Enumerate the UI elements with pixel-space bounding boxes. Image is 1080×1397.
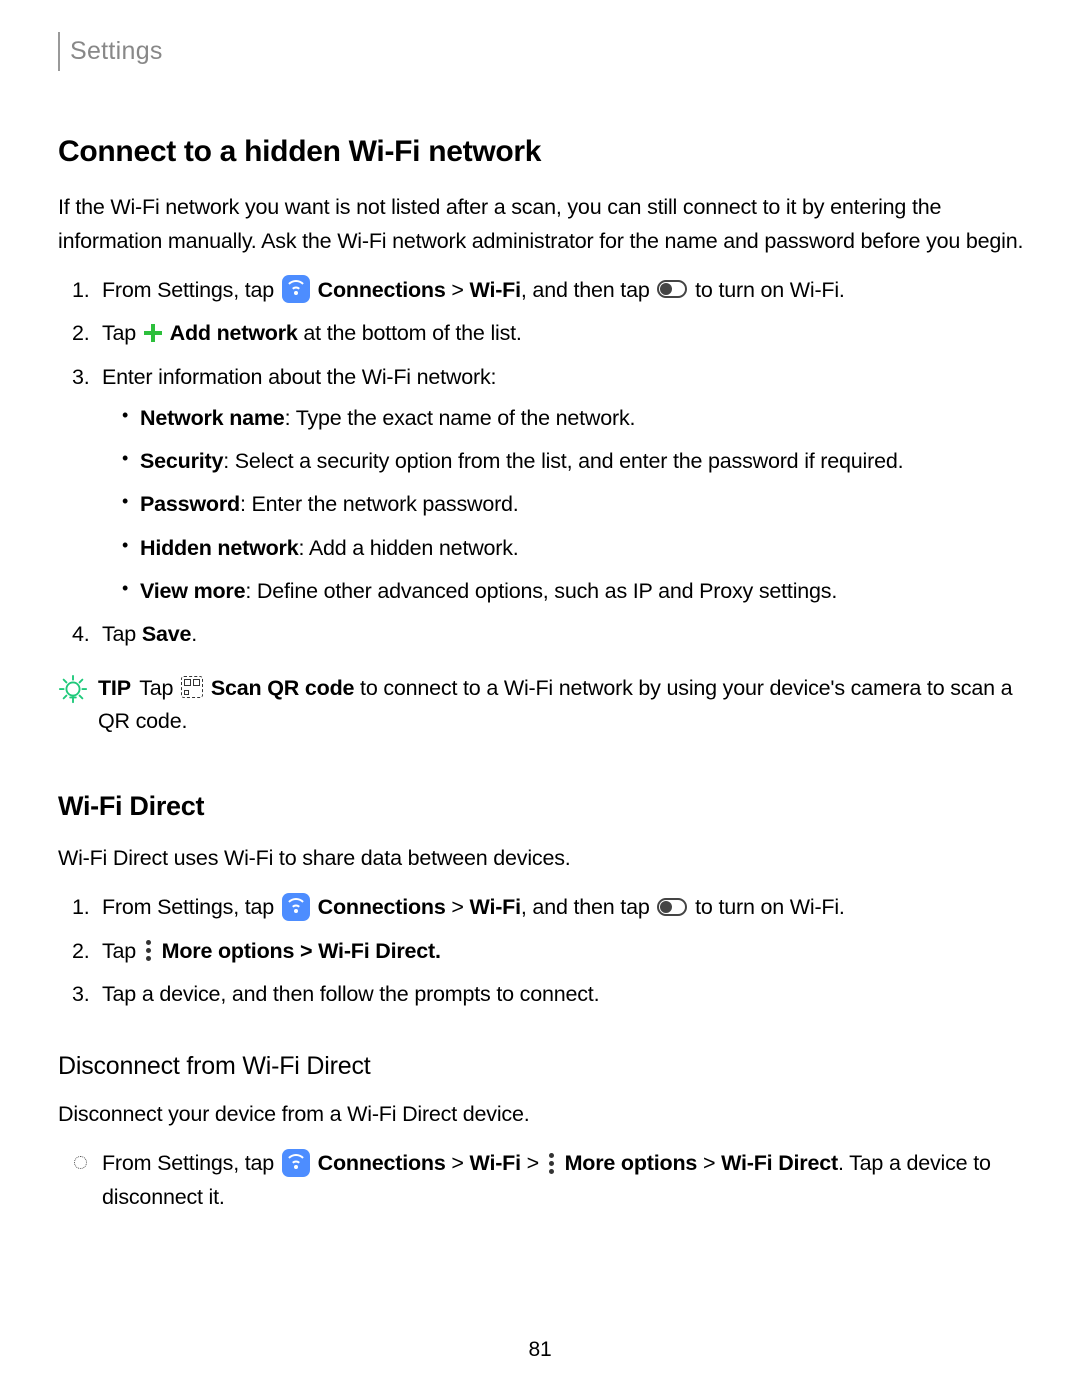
label-connections: Connections [318, 895, 446, 919]
text: From Settings, tap [102, 278, 274, 302]
text: , and then tap [521, 895, 650, 919]
steps-hidden-wifi: 1. From Settings, tap Connections > Wi-F… [58, 274, 1028, 652]
text: , and then tap [521, 278, 650, 302]
toggle-icon [657, 280, 687, 298]
intro-hidden-wifi: If the Wi-Fi network you want is not lis… [58, 191, 1028, 258]
tip-block: TIP Tap Scan QR code to connect to a Wi-… [58, 672, 1028, 739]
bullet-hidden-network: Hidden network: Add a hidden network. [140, 532, 1028, 565]
tip-text: TIP Tap Scan QR code to connect to a Wi-… [98, 672, 1028, 739]
page-number: 81 [0, 1334, 1080, 1367]
label-add-network: Add network [170, 321, 298, 345]
section-title-hidden-wifi: Connect to a hidden Wi-Fi network [58, 129, 1028, 176]
substeps: Network name: Type the exact name of the… [102, 402, 1028, 609]
bullet-network-name: Network name: Type the exact name of the… [140, 402, 1028, 435]
label-wifi: Wi-Fi [470, 1151, 521, 1175]
step: From Settings, tap Connections > Wi-Fi >… [102, 1147, 1028, 1214]
connections-icon [282, 1149, 310, 1177]
text: Tap a device, and then follow the prompt… [102, 982, 599, 1006]
text: From Settings, tap [102, 1151, 274, 1175]
sep: > [703, 1151, 715, 1175]
label-more-options: More options [162, 939, 295, 963]
label-connections: Connections [318, 278, 446, 302]
step-1: 1. From Settings, tap Connections > Wi-F… [102, 274, 1028, 307]
plus-icon [144, 324, 162, 342]
steps-disconnect: From Settings, tap Connections > Wi-Fi >… [58, 1147, 1028, 1214]
step-2: 2. Tap Add network at the bottom of the … [102, 317, 1028, 350]
lightbulb-icon [58, 674, 88, 714]
label-wifi-direct: Wi-Fi Direct [721, 1151, 838, 1175]
step-2: 2. Tap More options > Wi-Fi Direct. [102, 935, 1028, 968]
text: at the bottom of the list. [303, 321, 521, 345]
bullet-view-more: View more: Define other advanced options… [140, 575, 1028, 608]
toggle-icon [657, 898, 687, 916]
tip-label: TIP [98, 676, 131, 700]
breadcrumb: Settings [58, 32, 1028, 71]
step-4: 4. Tap Save. [102, 618, 1028, 651]
label-more-options: More options [565, 1151, 698, 1175]
text: to turn on Wi-Fi. [695, 278, 845, 302]
text: From Settings, tap [102, 895, 274, 919]
text: Tap [102, 939, 136, 963]
intro-disconnect: Disconnect your device from a Wi-Fi Dire… [58, 1098, 1028, 1131]
connections-icon [282, 275, 310, 303]
text: Enter information about the Wi-Fi networ… [102, 365, 496, 389]
bullet-password: Password: Enter the network password. [140, 488, 1028, 521]
step-1: 1. From Settings, tap Connections > Wi-F… [102, 891, 1028, 924]
sep: > [527, 1151, 539, 1175]
label-connections: Connections [318, 1151, 446, 1175]
label-wifi: Wi-Fi [470, 278, 521, 302]
sep: > [451, 895, 463, 919]
text: . [435, 939, 441, 963]
sep: > [451, 1151, 463, 1175]
more-options-icon [549, 1152, 555, 1174]
sep: > [300, 939, 312, 963]
text: Tap [139, 676, 173, 700]
label-wifi-direct: Wi-Fi Direct [318, 939, 435, 963]
label-save: Save [142, 622, 191, 646]
text: . [191, 622, 197, 646]
label-wifi: Wi-Fi [470, 895, 521, 919]
label-scan-qr: Scan QR code [211, 676, 354, 700]
step-3: 3. Tap a device, and then follow the pro… [102, 978, 1028, 1011]
section-title-wifi-direct: Wi-Fi Direct [58, 786, 1028, 828]
text: to turn on Wi-Fi. [695, 895, 845, 919]
text: Tap [102, 321, 136, 345]
more-options-icon [146, 939, 152, 961]
text: Tap [102, 622, 142, 646]
step-3: 3. Enter information about the Wi-Fi net… [102, 361, 1028, 609]
sep: > [451, 278, 463, 302]
qr-icon [181, 676, 203, 698]
section-title-disconnect: Disconnect from Wi-Fi Direct [58, 1047, 1028, 1086]
bullet-security: Security: Select a security option from … [140, 445, 1028, 478]
steps-wifi-direct: 1. From Settings, tap Connections > Wi-F… [58, 891, 1028, 1011]
intro-wifi-direct: Wi-Fi Direct uses Wi-Fi to share data be… [58, 842, 1028, 875]
connections-icon [282, 893, 310, 921]
